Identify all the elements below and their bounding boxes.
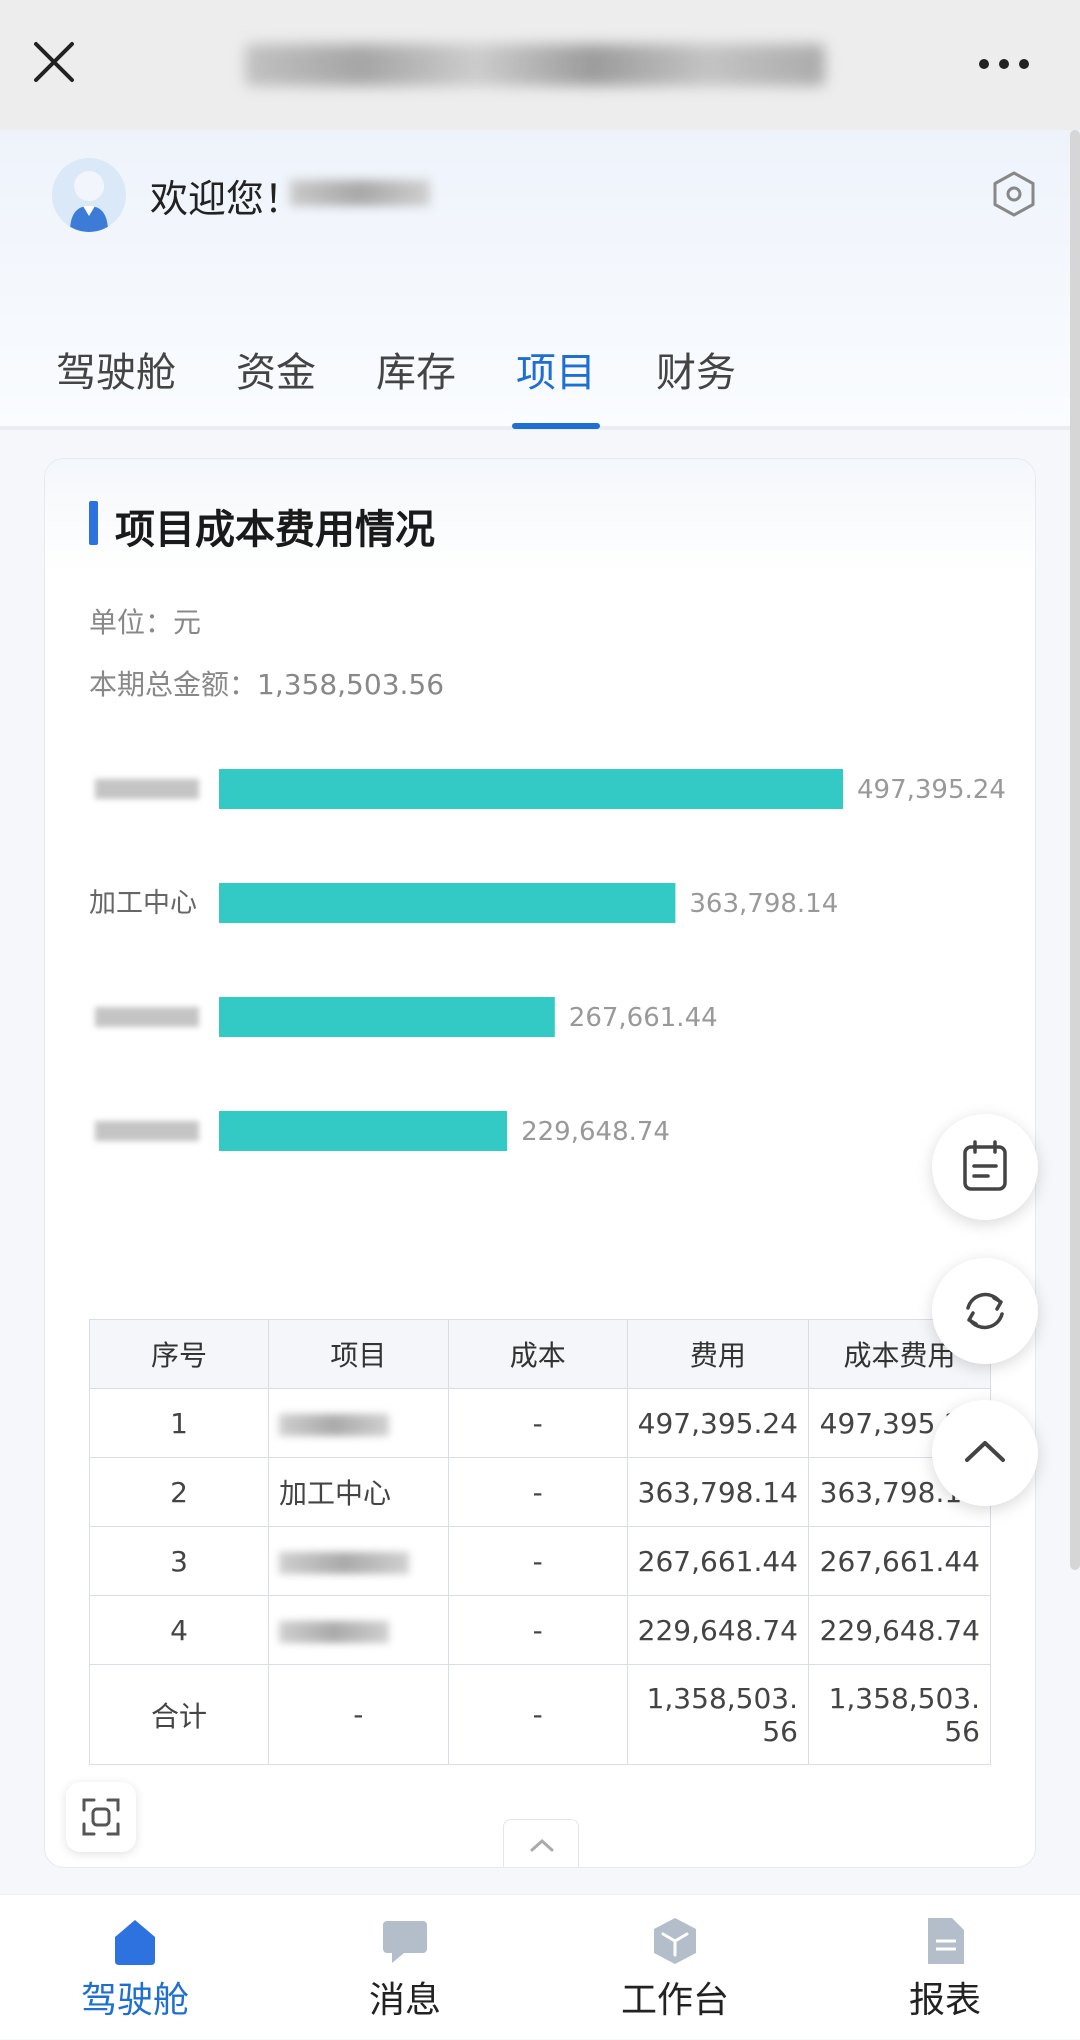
nav-label: 驾驶舱 xyxy=(80,1980,189,2021)
table-row: 1 - 497,395.24 497,395.24 xyxy=(89,1388,991,1458)
tab-finance[interactable]: 财务 xyxy=(656,340,736,398)
top-bar xyxy=(0,0,1080,130)
cell-project: - xyxy=(267,1664,449,1765)
category-label-redacted xyxy=(95,1121,199,1141)
chevron-up-icon xyxy=(530,1838,554,1852)
tab-inventory[interactable]: 库存 xyxy=(376,340,456,398)
cell-project xyxy=(267,1595,449,1665)
col-header-project: 项目 xyxy=(267,1319,449,1389)
bar[interactable] xyxy=(219,883,676,923)
refresh-icon xyxy=(966,1292,1004,1330)
cell-index: 1 xyxy=(89,1388,269,1458)
cell-index: 3 xyxy=(89,1526,269,1596)
unit-label: 单位：元 xyxy=(89,606,202,639)
bar-value-label: 229,648.74 xyxy=(521,1117,670,1147)
cell-cost: - xyxy=(447,1664,628,1765)
refresh-button[interactable] xyxy=(932,1258,1038,1364)
more-icon[interactable] xyxy=(976,44,1032,84)
table-row: 2 加工中心 - 363,798.14 363,798.14 xyxy=(89,1457,991,1527)
cell-project xyxy=(267,1526,449,1596)
col-header-cost: 成本 xyxy=(447,1319,628,1389)
home-icon xyxy=(115,1920,155,1965)
table-total-row: 合计 - - 1,358,503.56 1,358,503.56 xyxy=(89,1664,991,1765)
cell-index: 2 xyxy=(89,1457,269,1527)
title-marker xyxy=(89,501,98,545)
nav-label: 报表 xyxy=(908,1980,981,2021)
nav-cockpit[interactable]: 驾驶舱 xyxy=(0,1895,270,2040)
cell-cost: - xyxy=(447,1526,628,1596)
cost-table: 序号 项目 成本 费用 成本费用 1 - 497,395.24 497,395.… xyxy=(89,1319,991,1765)
bar-value-label: 363,798.14 xyxy=(689,889,838,919)
total-amount: 本期总金额：1,358,503.56 xyxy=(89,668,445,701)
tab-bar: 驾驶舱 资金 库存 项目 财务 xyxy=(0,330,1080,430)
chevron-up-icon xyxy=(965,1441,1005,1462)
avatar[interactable] xyxy=(52,158,126,232)
category-label-redacted xyxy=(95,1007,199,1027)
cell-cost-expense: 229,648.74 xyxy=(808,1595,991,1665)
table-header-row: 序号 项目 成本 费用 成本费用 xyxy=(89,1319,991,1389)
cell-cost-expense-total: 1,358,503.56 xyxy=(808,1664,991,1765)
message-icon xyxy=(383,1921,427,1963)
cell-expense: 497,395.24 xyxy=(626,1388,810,1458)
bar[interactable] xyxy=(219,769,843,809)
nav-reports[interactable]: 报表 xyxy=(810,1895,1080,2040)
calendar-button[interactable] xyxy=(932,1114,1038,1220)
welcome-text: 欢迎您！ xyxy=(150,177,303,221)
cube-icon xyxy=(654,1918,696,1964)
tab-cockpit[interactable]: 驾驶舱 xyxy=(56,340,176,398)
back-to-top-button[interactable] xyxy=(932,1400,1038,1506)
page-title-redacted xyxy=(245,44,825,86)
category-label: 加工中心 xyxy=(89,888,197,919)
cell-expense: 229,648.74 xyxy=(626,1595,810,1665)
cell-cost: - xyxy=(447,1457,628,1527)
cell-index: 4 xyxy=(89,1595,269,1665)
bar-value-label: 267,661.44 xyxy=(569,1003,718,1033)
bar-value-label: 497,395.24 xyxy=(857,775,1006,805)
collapse-button[interactable] xyxy=(503,1819,579,1867)
category-label-redacted xyxy=(95,779,199,799)
cell-cost-expense: 267,661.44 xyxy=(808,1526,991,1596)
document-icon xyxy=(928,1918,964,1964)
cell-total-label: 合计 xyxy=(89,1664,269,1765)
table-row: 3 - 267,661.44 267,661.44 xyxy=(89,1526,991,1596)
bar[interactable] xyxy=(219,1111,508,1151)
cell-expense-total: 1,358,503.56 xyxy=(626,1664,810,1765)
cell-project: 加工中心 xyxy=(267,1457,449,1527)
cell-project xyxy=(267,1388,449,1458)
active-tab-indicator xyxy=(512,423,600,429)
cell-expense: 267,661.44 xyxy=(626,1526,810,1596)
close-icon[interactable] xyxy=(30,38,78,86)
cell-cost: - xyxy=(447,1595,628,1665)
tab-projects[interactable]: 项目 xyxy=(516,340,596,398)
tab-funds[interactable]: 资金 xyxy=(236,340,316,398)
project-name-redacted xyxy=(278,1413,389,1436)
nav-workbench[interactable]: 工作台 xyxy=(540,1895,810,2040)
project-cost-card: 项目成本费用情况 单位：元 本期总金额：1,358,503.56 497,395… xyxy=(44,458,1036,1868)
bottom-nav: 驾驶舱 消息 工作台 报表 xyxy=(0,1894,1080,2039)
calendar-icon xyxy=(963,1140,1007,1191)
nav-label: 消息 xyxy=(368,1980,441,2021)
card-title: 项目成本费用情况 xyxy=(115,507,435,553)
table-row: 4 - 229,648.74 229,648.74 xyxy=(89,1595,991,1665)
project-name-redacted xyxy=(278,1620,389,1643)
settings-icon[interactable] xyxy=(990,170,1038,218)
user-icon xyxy=(70,171,108,232)
scan-icon xyxy=(82,1798,120,1836)
scan-button[interactable] xyxy=(66,1782,136,1852)
user-name-redacted xyxy=(290,180,430,206)
bar-chart: 497,395.24 加工中心 363,798.14 267,661.44 229,64… xyxy=(89,769,1006,1151)
bar[interactable] xyxy=(219,997,555,1037)
project-name-redacted xyxy=(278,1551,409,1574)
cell-cost: - xyxy=(447,1388,628,1458)
nav-label: 工作台 xyxy=(620,1980,729,2021)
cell-expense: 363,798.14 xyxy=(626,1457,810,1527)
nav-messages[interactable]: 消息 xyxy=(270,1895,540,2040)
scrollbar[interactable] xyxy=(1070,130,1080,1570)
col-header-index: 序号 xyxy=(89,1319,269,1389)
col-header-expense: 费用 xyxy=(626,1319,810,1389)
